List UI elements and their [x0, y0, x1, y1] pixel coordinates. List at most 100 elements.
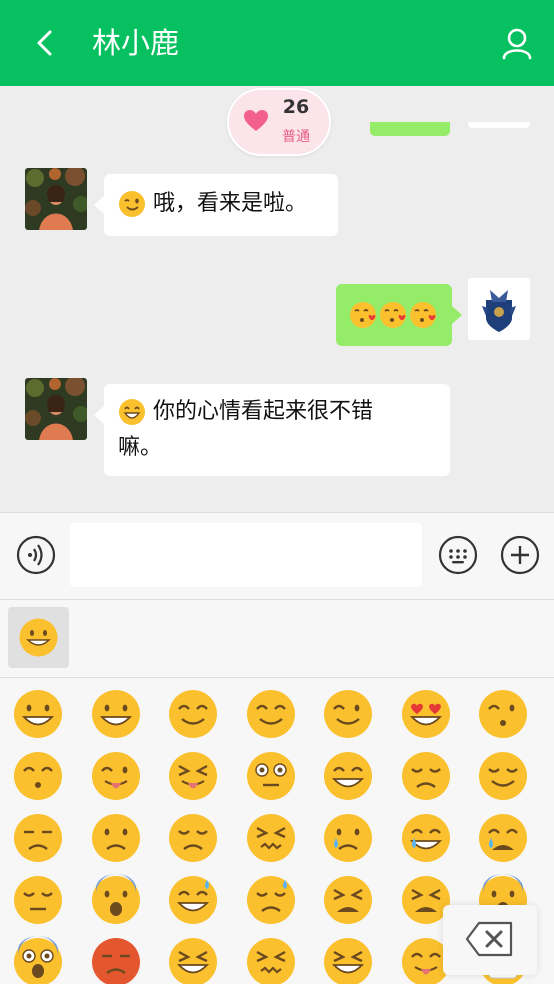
emoji-category-bar [0, 600, 554, 678]
plus-icon [500, 535, 540, 575]
emoji-relieved[interactable] [477, 750, 529, 802]
emoji-kissing-closed-eyes[interactable] [12, 750, 64, 802]
cold-sweat-icon [92, 874, 140, 924]
emoji-laughing[interactable] [322, 936, 374, 984]
message-text-line2: 嘛。 [118, 435, 163, 460]
smiley-face-icon [19, 618, 58, 657]
message-bubble[interactable]: 你的心情看起来很不错 嘛。 [94, 384, 450, 476]
emoji-cold-sweat[interactable] [90, 874, 142, 926]
emoji-wink[interactable] [322, 688, 374, 740]
worried-icon [92, 814, 140, 862]
emoji-triumph[interactable] [167, 936, 219, 984]
emoji-cry[interactable] [322, 812, 374, 864]
winking-face-icon [119, 191, 145, 217]
my-avatar[interactable] [468, 278, 530, 340]
message-text: 哦，看来是啦。 [153, 191, 308, 216]
emoji-sob[interactable] [477, 812, 529, 864]
emoji-stuck-out-tongue-closed-eyes[interactable] [167, 750, 219, 802]
emoji-sleepy[interactable] [12, 874, 64, 926]
emoji-sweat-smile[interactable] [167, 874, 219, 926]
kissing-closed-eyes-icon [14, 752, 62, 800]
heart-eyes-icon [402, 690, 450, 738]
backspace-icon [465, 921, 513, 957]
emoji-smiley[interactable] [12, 688, 64, 740]
sweat-icon [247, 876, 295, 924]
relieved-icon [479, 752, 527, 800]
emoji-heart-eyes[interactable] [400, 688, 452, 740]
pensive-icon [402, 752, 450, 800]
grinning-face-icon [119, 399, 145, 425]
message-input[interactable] [70, 523, 422, 587]
sleepy-icon [14, 876, 62, 924]
chat-area[interactable]: 26 普通 哦，看来是啦。 你的心情看起来很不错 嘛。 [0, 86, 554, 512]
emoji-grin[interactable] [322, 750, 374, 802]
disappointed-icon [169, 814, 217, 862]
relaxed-icon [247, 690, 295, 738]
scream-icon [14, 936, 62, 984]
user-icon [502, 28, 532, 60]
back-button[interactable] [30, 26, 60, 60]
emoji-disappointed[interactable] [167, 812, 219, 864]
chat-header: 林小鹿 [0, 0, 554, 86]
chevron-left-icon [37, 30, 52, 56]
emoji-joy[interactable] [400, 812, 452, 864]
flushed-icon [247, 752, 295, 800]
unamused-icon [14, 814, 62, 862]
emoji-persevere[interactable] [245, 936, 297, 984]
voice-button[interactable] [16, 535, 56, 575]
input-bar [0, 512, 554, 600]
heart-icon [244, 110, 268, 131]
kissing-heart-icon [350, 302, 376, 328]
kissing-heart-icon [380, 302, 406, 328]
my-message-bubble[interactable] [336, 284, 462, 346]
kissing-heart-icon [410, 302, 436, 328]
emoji-grinning[interactable] [90, 688, 142, 740]
intimacy-value: 26 [282, 96, 310, 118]
emoji-kissing-heart[interactable] [477, 688, 529, 740]
wink-icon [324, 690, 372, 738]
blush-icon [169, 690, 217, 738]
previous-avatar [468, 122, 530, 128]
persevere-icon [247, 938, 295, 984]
sweat-smile-icon [169, 876, 217, 924]
more-button[interactable] [500, 535, 540, 575]
grinning-icon [92, 690, 140, 738]
emoji-sweat[interactable] [245, 874, 297, 926]
sob-icon [479, 814, 527, 862]
grin-icon [324, 752, 372, 800]
angry-icon [92, 938, 140, 984]
smiley-icon [14, 690, 62, 738]
emoji-flushed[interactable] [245, 750, 297, 802]
stuck-out-tongue-winking-icon [92, 752, 140, 800]
intimacy-badge[interactable]: 26 普通 [227, 88, 331, 156]
emoji-worried[interactable] [90, 812, 142, 864]
tired-face-icon [324, 876, 372, 924]
contact-avatar[interactable] [25, 168, 87, 230]
contact-avatar[interactable] [25, 378, 87, 440]
emoji-unamused[interactable] [12, 812, 64, 864]
emoji-scream[interactable] [12, 936, 64, 984]
emoji-tired-face[interactable] [322, 874, 374, 926]
emoji-blush[interactable] [167, 688, 219, 740]
kissing-heart-icon [479, 690, 527, 738]
emoji-relaxed[interactable] [245, 688, 297, 740]
delete-button[interactable] [443, 905, 537, 975]
confounded-icon [247, 814, 295, 862]
message-bubble[interactable]: 哦，看来是啦。 [94, 174, 338, 236]
message-text-line1: 你的心情看起来很不错 [153, 399, 374, 424]
emoji-pensive[interactable] [400, 750, 452, 802]
voice-icon [16, 535, 56, 575]
emoji-keyboard-button[interactable] [438, 535, 478, 575]
joy-icon [402, 814, 450, 862]
chat-title: 林小鹿 [92, 26, 180, 60]
emoji-stuck-out-tongue-winking[interactable] [90, 750, 142, 802]
emoji-confounded[interactable] [245, 812, 297, 864]
emoji-angry[interactable] [90, 936, 142, 984]
emoji-keyboard-icon [438, 535, 478, 575]
emoji-tab-smileys[interactable] [8, 607, 69, 668]
profile-button[interactable] [500, 26, 534, 60]
intimacy-level: 普通 [282, 129, 310, 145]
stuck-out-tongue-closed-eyes-icon [169, 752, 217, 800]
previous-message-bubble[interactable] [370, 122, 450, 136]
cry-icon [324, 814, 372, 862]
